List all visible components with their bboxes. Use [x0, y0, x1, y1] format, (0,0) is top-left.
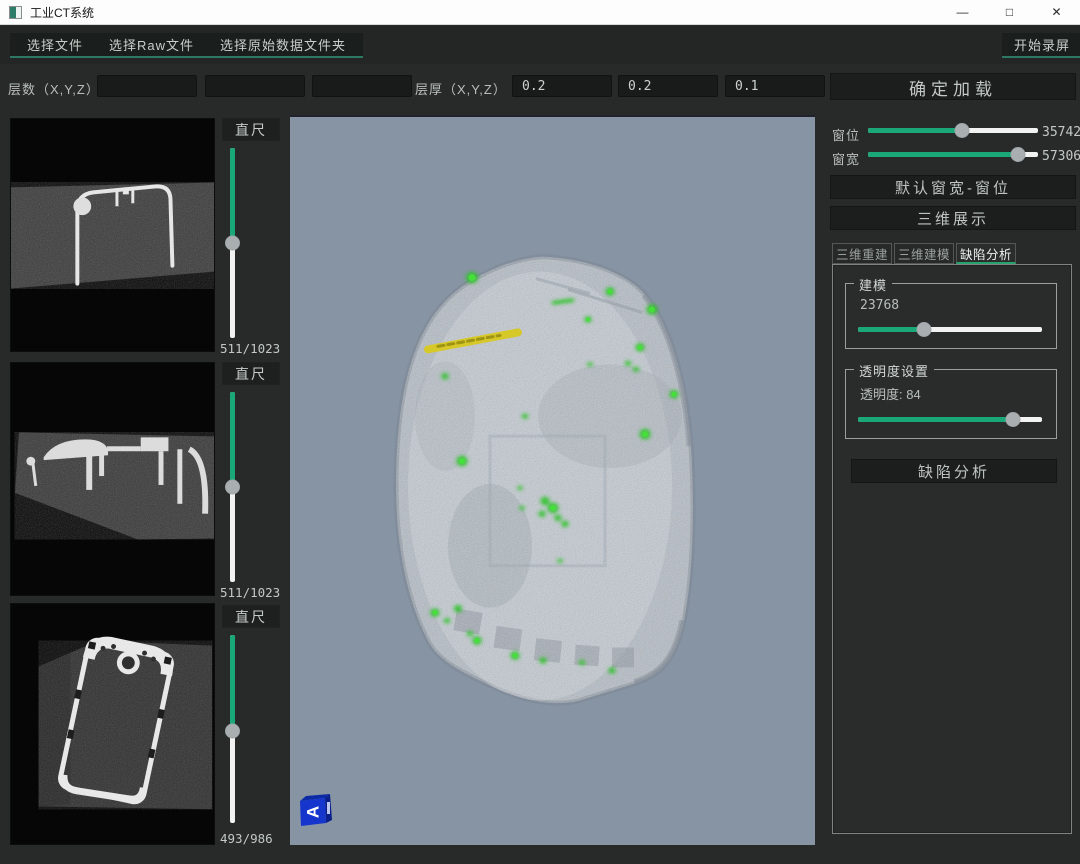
window-width-slider-thumb[interactable]: [1010, 147, 1025, 162]
tab-3d-modeling[interactable]: 三维建模: [894, 243, 954, 264]
ruler-button-3[interactable]: 直尺: [222, 605, 280, 628]
ruler-button-2[interactable]: 直尺: [222, 362, 280, 385]
modeling-value: 23768: [860, 298, 899, 313]
default-ww-wl-button[interactable]: 默认窗宽-窗位: [830, 175, 1076, 199]
modeling-slider-thumb[interactable]: [917, 322, 932, 337]
window-level-slider[interactable]: [868, 123, 1038, 138]
file-menu-group: 选择文件 选择Raw文件 选择原始数据文件夹: [10, 33, 363, 58]
window-width-value: 57306: [1042, 149, 1080, 164]
slice-slider-3-thumb[interactable]: [225, 723, 240, 738]
slice-slider-3[interactable]: [225, 635, 240, 823]
defect-analysis-button[interactable]: 缺陷分析: [851, 459, 1057, 483]
modeling-slider[interactable]: [858, 322, 1042, 337]
menu-select-raw-file[interactable]: 选择Raw文件: [96, 33, 207, 56]
minimize-button[interactable]: —: [939, 0, 986, 24]
titlebar: 工业CT系统 — □ ✕: [0, 0, 1080, 25]
ct-slice-view-yz[interactable]: [10, 603, 215, 845]
transparency-group-title: 透明度设置: [854, 361, 934, 380]
ct-slice-view-xz[interactable]: [10, 362, 215, 596]
thickness-label: 层厚（X,Y,Z）: [415, 79, 507, 98]
transparency-slider-thumb[interactable]: [1005, 412, 1020, 427]
window-level-slider-thumb[interactable]: [954, 123, 969, 138]
transparency-groupbox: 透明度设置 透明度: 84: [845, 369, 1057, 439]
close-button[interactable]: ✕: [1033, 0, 1080, 24]
layers-z-input[interactable]: [312, 75, 412, 97]
thickness-x-input[interactable]: [512, 75, 612, 97]
thickness-z-input[interactable]: [725, 75, 825, 97]
app-icon: [9, 6, 22, 19]
slice-slider-1-thumb[interactable]: [225, 236, 240, 251]
slice-position-1: 511/1023: [220, 341, 290, 356]
window-width-label: 窗宽: [832, 149, 860, 168]
parameter-row: 层数（X,Y,Z） 层厚（X,Y,Z） 确定加载: [0, 64, 1080, 114]
layers-x-input[interactable]: [97, 75, 197, 97]
menu-select-file[interactable]: 选择文件: [14, 33, 96, 56]
window-title: 工业CT系统: [30, 4, 94, 21]
ct-slice-image: [11, 604, 214, 844]
window-controls: — □ ✕: [939, 0, 1080, 24]
volume-render: [290, 117, 815, 845]
window-level-value: 35742: [1042, 125, 1080, 140]
maximize-button[interactable]: □: [986, 0, 1033, 24]
slice-position-3: 493/986: [220, 831, 290, 846]
start-record-button[interactable]: 开始录屏: [1002, 33, 1080, 58]
transparency-value-label: 透明度: 84: [860, 384, 921, 403]
display-3d-button[interactable]: 三维展示: [830, 206, 1076, 230]
tab-defect-analysis[interactable]: 缺陷分析: [956, 243, 1016, 264]
layers-label: 层数（X,Y,Z）: [8, 79, 100, 98]
cube-logo-letter: A: [303, 806, 322, 818]
tab-3d-reconstruction[interactable]: 三维重建: [832, 243, 892, 264]
window-level-label: 窗位: [832, 125, 860, 144]
slice-slider-2[interactable]: [225, 392, 240, 582]
transparency-slider[interactable]: [858, 412, 1042, 427]
right-panel: 窗位 35742 窗宽 57306 默认窗宽-窗位 三维展示 三维重建 三维建模…: [828, 115, 1080, 845]
defect-analysis-panel: 建模 23768 透明度设置 透明度: 84 缺陷分析: [832, 264, 1072, 834]
modeling-group-title: 建模: [854, 275, 892, 294]
layers-y-input[interactable]: [205, 75, 305, 97]
window-width-slider[interactable]: [868, 147, 1038, 162]
volume-render-view[interactable]: A: [290, 115, 815, 845]
ct-slice-view-xy[interactable]: [10, 118, 215, 352]
ruler-button-1[interactable]: 直尺: [222, 118, 280, 141]
slice-slider-1[interactable]: [225, 148, 240, 338]
menubar: 选择文件 选择Raw文件 选择原始数据文件夹 开始录屏: [0, 26, 1080, 64]
ct-slice-image: [11, 363, 214, 595]
orientation-cube-icon[interactable]: A: [296, 792, 338, 832]
confirm-load-button[interactable]: 确定加载: [830, 73, 1076, 100]
thickness-y-input[interactable]: [618, 75, 718, 97]
app-window: 工业CT系统 — □ ✕ 选择文件 选择Raw文件 选择原始数据文件夹 开始录屏…: [0, 0, 1080, 864]
menu-select-raw-folder[interactable]: 选择原始数据文件夹: [207, 33, 359, 56]
ct-slice-image: [11, 119, 214, 351]
slice-position-2: 511/1023: [220, 585, 290, 600]
slice-slider-2-thumb[interactable]: [225, 480, 240, 495]
modeling-groupbox: 建模 23768: [845, 283, 1057, 349]
